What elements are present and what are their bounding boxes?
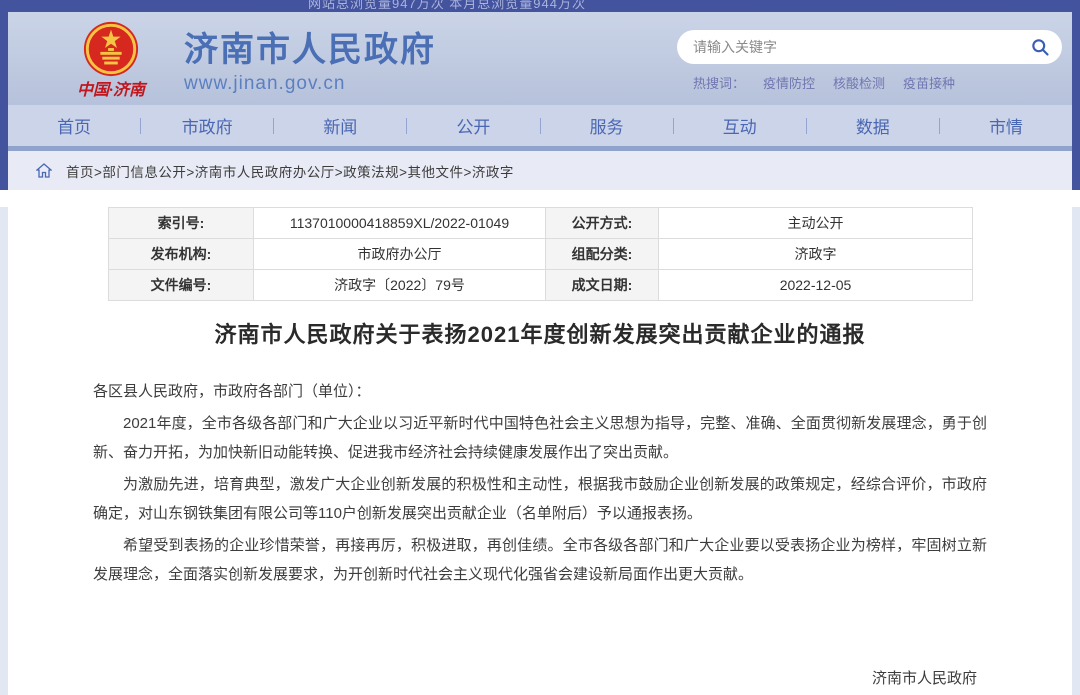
document-info-table: 索引号: 1137010000418859XL/2022-01049 公开方式:… <box>108 207 973 301</box>
nav-item-interaction[interactable]: 互动 <box>674 113 806 138</box>
ticker-text: 网站总浏览量947万次 本月总浏览量944万次 <box>8 0 1072 12</box>
hot-search-row: 热搜词： 疫情防控 核酸检测 疫苗接种 <box>677 73 1062 92</box>
nav-item-city-info[interactable]: 市情 <box>940 113 1072 138</box>
body-paragraph: 希望受到表扬的企业珍惜荣誉，再接再厉，积极进取，再创佳绩。全市各级各部门和广大企… <box>93 531 987 589</box>
info-label: 公开方式: <box>546 208 659 239</box>
info-value: 1137010000418859XL/2022-01049 <box>254 208 546 239</box>
hot-search-label: 热搜词： <box>693 73 745 92</box>
breadcrumb: 首页>部门信息公开>济南市人民政府办公厅>政策法规>其他文件>济政字 <box>8 151 1072 190</box>
info-label: 文件编号: <box>109 270 254 301</box>
hot-search-term[interactable]: 疫苗接种 <box>903 73 955 92</box>
top-section: 网站总浏览量947万次 本月总浏览量944万次 中国·济南 济南市人民政府 ww… <box>0 0 1080 190</box>
table-row: 索引号: 1137010000418859XL/2022-01049 公开方式:… <box>109 208 973 239</box>
salutation: 各区县人民政府，市政府各部门（单位）： <box>93 377 987 406</box>
search-box <box>677 30 1062 64</box>
nav-item-news[interactable]: 新闻 <box>274 113 406 138</box>
breadcrumb-path[interactable]: 首页>部门信息公开>济南市人民政府办公厅>政策法规>其他文件>济政字 <box>66 161 514 181</box>
info-value: 主动公开 <box>659 208 973 239</box>
info-value: 2022-12-05 <box>659 270 973 301</box>
body-paragraph: 2021年度，全市各级各部门和广大企业以习近平新时代中国特色社会主义思想为指导，… <box>93 409 987 467</box>
table-row: 发布机构: 市政府办公厅 组配分类: 济政字 <box>109 239 973 270</box>
home-icon[interactable] <box>36 163 52 178</box>
nav-item-services[interactable]: 服务 <box>541 113 673 138</box>
signature: 济南市人民政府 <box>8 667 977 688</box>
logo-caption: 中国·济南 <box>56 76 166 100</box>
nav-item-data[interactable]: 数据 <box>807 113 939 138</box>
info-label: 成文日期: <box>546 270 659 301</box>
info-label: 组配分类: <box>546 239 659 270</box>
top-ticker-bar: 网站总浏览量947万次 本月总浏览量944万次 <box>8 0 1072 12</box>
hot-search-term[interactable]: 疫情防控 <box>763 73 815 92</box>
hot-search-term[interactable]: 核酸检测 <box>833 73 885 92</box>
info-label: 发布机构: <box>109 239 254 270</box>
document-content: 索引号: 1137010000418859XL/2022-01049 公开方式:… <box>0 207 1080 695</box>
body-paragraph: 为激励先进，培育典型，激发广大企业创新发展的积极性和主动性，根据我市鼓励企业创新… <box>93 470 987 528</box>
main-nav: 首页 市政府 新闻 公开 服务 互动 数据 市情 <box>8 105 1072 146</box>
info-label: 索引号: <box>109 208 254 239</box>
table-row: 文件编号: 济政字〔2022〕79号 成文日期: 2022-12-05 <box>109 270 973 301</box>
info-value: 济政字〔2022〕79号 <box>254 270 546 301</box>
site-name[interactable]: 济南市人民政府 <box>184 22 436 71</box>
nav-item-disclosure[interactable]: 公开 <box>407 113 539 138</box>
nav-item-home[interactable]: 首页 <box>8 113 140 138</box>
document-title: 济南市人民政府关于表扬2021年度创新发展突出贡献企业的通报 <box>8 317 1072 349</box>
nav-item-government[interactable]: 市政府 <box>141 113 273 138</box>
document-body: 各区县人民政府，市政府各部门（单位）： 2021年度，全市各级各部门和广大企业以… <box>93 377 987 589</box>
national-emblem-icon <box>82 20 140 78</box>
info-value: 市政府办公厅 <box>254 239 546 270</box>
site-title-block: 济南市人民政府 www.jinan.gov.cn <box>184 22 436 95</box>
search-area: 热搜词： 疫情防控 核酸检测 疫苗接种 <box>677 30 1062 92</box>
info-value: 济政字 <box>659 239 973 270</box>
search-input[interactable] <box>693 39 1030 55</box>
site-logo[interactable]: 中国·济南 <box>56 18 166 100</box>
search-icon[interactable] <box>1030 37 1050 57</box>
site-header: 中国·济南 济南市人民政府 www.jinan.gov.cn 热搜词： 疫情防控… <box>8 12 1072 105</box>
site-url[interactable]: www.jinan.gov.cn <box>184 73 436 95</box>
